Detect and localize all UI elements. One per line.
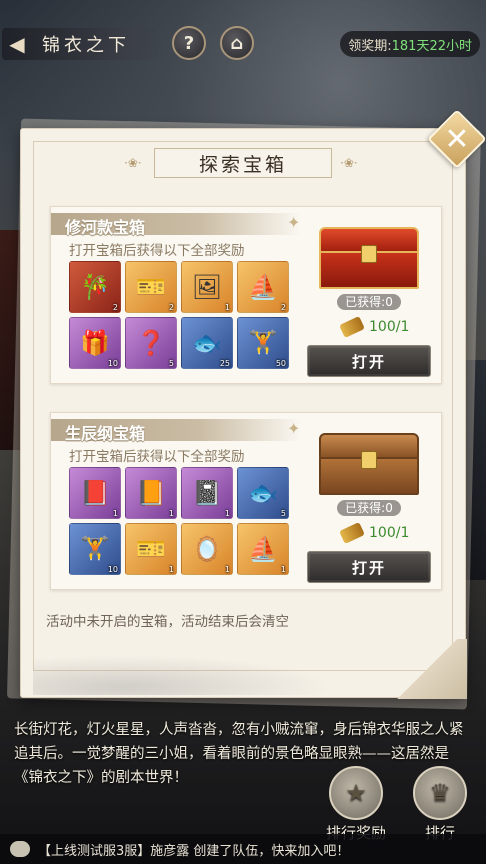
reward-item[interactable]: ❓ 5 — [125, 317, 177, 369]
item-quantity: 25 — [219, 359, 230, 368]
reward-item[interactable]: 🎫 2 — [125, 261, 177, 313]
reward-item[interactable]: 📙 1 — [125, 467, 177, 519]
chest-name: 生辰纲宝箱 — [65, 424, 146, 443]
ornament-right-icon: ·❀· — [340, 156, 358, 170]
reward-grid: 📕 1 📙 1 📓 1 🐟 5 🏋 10 🎫 1 🪞 1 ⛵ 1 — [69, 467, 293, 575]
chat-bar[interactable]: 【上线测试服3服】施彦露 创建了队伍，快来加入吧！ — [0, 834, 486, 864]
help-button[interactable]: ? — [172, 26, 206, 60]
page-title: 锦衣之下 — [42, 35, 130, 56]
dialog-title-frame: ·❀· 探索宝箱 ·❀· — [120, 148, 366, 178]
key-cost: 100/1 — [339, 522, 410, 544]
item-quantity: 50 — [275, 359, 286, 368]
reward-item[interactable]: 🐟 5 — [237, 467, 289, 519]
item-quantity: 1 — [168, 509, 174, 518]
key-cost-value: 100/1 — [369, 525, 410, 541]
item-quantity: 2 — [168, 303, 174, 312]
dialog-title: 探索宝箱 — [154, 148, 332, 178]
reward-item[interactable]: 🎋 2 — [69, 261, 121, 313]
open-button[interactable]: 打开 — [307, 345, 431, 377]
item-quantity: 1 — [224, 509, 230, 518]
key-cost-value: 100/1 — [369, 319, 410, 335]
trophy-star-icon: ★ — [329, 766, 383, 820]
wooden-treasure-chest-icon — [319, 433, 419, 495]
red-treasure-chest-icon — [319, 227, 419, 289]
timer-label: 领奖期: — [348, 38, 392, 54]
chest-lock — [361, 245, 377, 263]
reward-grid: 🎋 2 🎫 2 🖼 1 ⛵ 2 🎁 10 ❓ 5 🐟 25 🏋 50 — [69, 261, 293, 369]
chest-lock — [361, 451, 377, 469]
rank-button[interactable]: ♛ 排行 — [410, 766, 470, 843]
chest-name: 修河款宝箱 — [65, 218, 146, 237]
home-icon: ⌂ — [230, 32, 244, 54]
back-arrow-icon: ◀ — [9, 32, 25, 56]
reward-item[interactable]: 🏋 10 — [69, 523, 121, 575]
reward-item[interactable]: 🖼 1 — [181, 261, 233, 313]
chest-description: 打开宝箱后获得以下全部奖励 — [69, 449, 245, 465]
item-quantity: 1 — [112, 509, 118, 518]
item-quantity: 1 — [224, 303, 230, 312]
reward-period-timer: 领奖期: 181天22小时 — [340, 31, 480, 57]
item-quantity: 1 — [168, 565, 174, 574]
reward-item[interactable]: 🏋 50 — [237, 317, 289, 369]
home-button[interactable]: ⌂ — [220, 26, 254, 60]
item-quantity: 2 — [280, 303, 286, 312]
reward-item[interactable]: 🎁 10 — [69, 317, 121, 369]
chest-description: 打开宝箱后获得以下全部奖励 — [69, 243, 245, 259]
ink-wash-decoration — [33, 655, 333, 695]
question-mark-icon: ? — [183, 32, 195, 54]
reward-item[interactable]: 🪞 1 — [181, 523, 233, 575]
obtained-count: 已获得:0 — [337, 500, 401, 516]
item-quantity: 1 — [224, 565, 230, 574]
close-icon[interactable]: ✕ — [436, 118, 478, 160]
back-button[interactable]: ◀ 锦衣之下 — [2, 28, 162, 60]
reward-item[interactable]: 📓 1 — [181, 467, 233, 519]
trophy-icon: ♛ — [413, 766, 467, 820]
sparkle-icon: ✦ — [287, 213, 301, 232]
reward-item[interactable]: ⛵ 1 — [237, 523, 289, 575]
item-quantity: 5 — [168, 359, 174, 368]
key-icon — [339, 522, 365, 544]
ornament-left-icon: ·❀· — [124, 156, 142, 170]
item-quantity: 1 — [280, 565, 286, 574]
chat-bubble-icon — [10, 841, 30, 857]
page-curl-decoration — [387, 639, 467, 699]
chest-panel-xiuhe: 修河款宝箱 ✦ 打开宝箱后获得以下全部奖励 🎋 2 🎫 2 🖼 1 ⛵ 2 🎁 10 ❓ 5… — [50, 206, 442, 384]
reward-item[interactable]: 📕 1 — [69, 467, 121, 519]
obtained-count: 已获得:0 — [337, 294, 401, 310]
story-text: 长街灯花，灯火星星，人声沓沓，忽有小贼流窜，身后锦衣华服之人紧追其后。一觉梦醒的… — [14, 722, 464, 786]
item-quantity: 10 — [107, 565, 118, 574]
open-button[interactable]: 打开 — [307, 551, 431, 583]
top-bar: ◀ 锦衣之下 ? ⌂ 领奖期: 181天22小时 — [0, 26, 486, 62]
clear-notice: 活动中未开启的宝箱，活动结束后会清空 — [46, 614, 289, 630]
chest-panel-shengchen: 生辰纲宝箱 ✦ 打开宝箱后获得以下全部奖励 📕 1 📙 1 📓 1 🐟 5 🏋 10 🎫 1… — [50, 412, 442, 590]
item-quantity: 2 — [112, 303, 118, 312]
key-icon — [339, 316, 365, 338]
rank-reward-button[interactable]: ★ 排行奖励 — [326, 766, 386, 843]
reward-item[interactable]: ⛵ 2 — [237, 261, 289, 313]
item-quantity: 5 — [280, 509, 286, 518]
chat-message: 【上线测试服3服】施彦露 创建了队伍，快来加入吧！ — [38, 843, 350, 859]
timer-value: 181天22小时 — [391, 38, 472, 54]
reward-item[interactable]: 🎫 1 — [125, 523, 177, 575]
sparkle-icon: ✦ — [287, 419, 301, 438]
item-quantity: 10 — [107, 359, 118, 368]
reward-item[interactable]: 🐟 25 — [181, 317, 233, 369]
key-cost: 100/1 — [339, 316, 410, 338]
